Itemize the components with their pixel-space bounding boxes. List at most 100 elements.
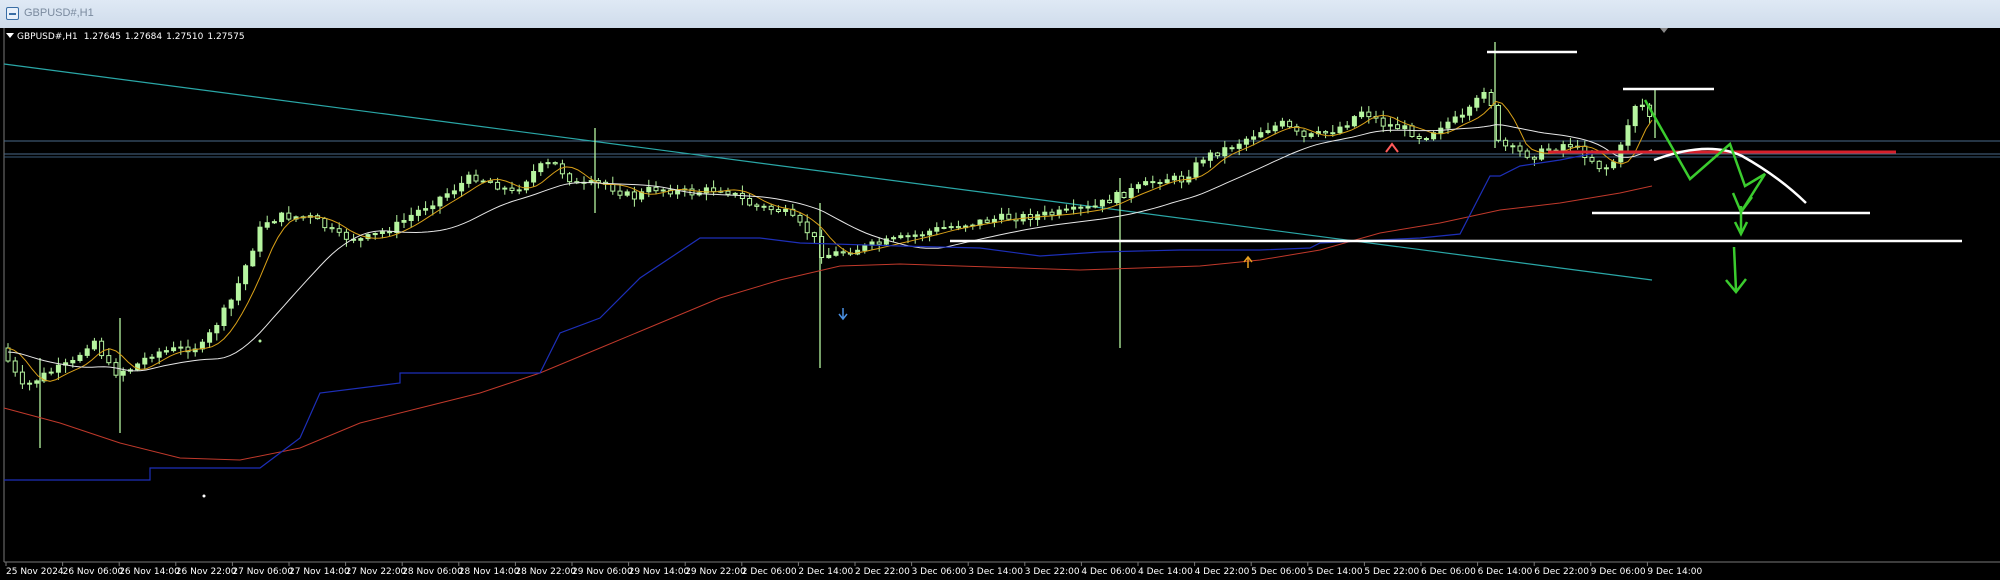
candle-body — [207, 332, 213, 343]
candle-body — [653, 186, 659, 192]
candle-body — [905, 235, 911, 238]
candle-body — [1128, 188, 1134, 199]
candle-body — [1596, 160, 1602, 170]
candle-body — [459, 182, 465, 192]
candle-body — [1344, 125, 1350, 128]
candle-body — [1474, 97, 1480, 108]
candle-body — [1143, 181, 1149, 186]
candle-body — [1632, 106, 1638, 127]
candle-body — [1546, 148, 1552, 151]
candle-body — [1503, 139, 1509, 147]
candle-body — [12, 360, 18, 373]
candle-body — [538, 163, 544, 173]
candle-body — [1531, 156, 1537, 160]
candle-body — [1366, 111, 1372, 118]
candle-body — [1337, 126, 1343, 134]
candle-body — [1063, 208, 1069, 211]
candle-body — [509, 187, 515, 192]
candle-body — [149, 356, 155, 359]
candle-body — [775, 209, 781, 213]
candle-body — [1071, 206, 1077, 210]
candle-body — [1099, 199, 1105, 207]
time-tick-label: 28 Nov 14:00 — [459, 567, 520, 577]
candle-body — [1150, 181, 1156, 184]
time-tick-label: 2 Dec 22:00 — [855, 567, 910, 577]
time-tick-label: 27 Nov 14:00 — [289, 567, 350, 577]
candle-body — [768, 205, 774, 211]
candle-body — [235, 283, 241, 301]
candle-body — [1380, 117, 1386, 127]
open-price: 1.27645 — [83, 32, 121, 42]
time-tick-label: 29 Nov 06:00 — [572, 567, 633, 577]
candle-body — [1258, 132, 1264, 138]
candle-body — [1179, 175, 1185, 183]
candle-body — [1330, 132, 1336, 135]
candle-body — [545, 162, 551, 165]
candle-body — [401, 220, 407, 223]
candle-body — [1589, 157, 1595, 162]
candle-body — [70, 360, 76, 364]
candle-body — [523, 181, 529, 191]
candle-body — [502, 187, 508, 190]
candle-body — [797, 214, 803, 223]
candle-body — [1452, 116, 1458, 123]
candle-body — [1265, 130, 1271, 133]
candle-body — [559, 163, 565, 175]
time-tick-label: 2 Dec 06:00 — [742, 567, 797, 577]
candle-body — [279, 212, 285, 223]
time-tick-label: 26 Nov 14:00 — [119, 567, 180, 577]
collapse-triangle-icon[interactable] — [6, 33, 14, 38]
time-tick-label: 9 Dec 14:00 — [1647, 567, 1702, 577]
candle-body — [984, 219, 990, 223]
time-tick-label: 3 Dec 14:00 — [968, 567, 1023, 577]
candle-body — [214, 325, 220, 334]
candle-body — [783, 208, 789, 213]
candle-body — [286, 212, 292, 220]
candle-body — [1495, 105, 1501, 141]
candle-body — [919, 234, 925, 237]
candle-body — [437, 196, 443, 207]
candle-body — [1243, 138, 1249, 145]
candle-body — [5, 347, 11, 362]
candle-body — [588, 180, 594, 183]
candle-body — [1359, 111, 1365, 118]
time-tick-label: 3 Dec 22:00 — [1025, 567, 1080, 577]
candle-body — [106, 355, 112, 364]
candle-body — [1488, 92, 1494, 106]
candle-body — [387, 231, 393, 234]
candle-body — [1092, 205, 1098, 208]
candle-body — [1625, 125, 1631, 146]
candle-body — [1215, 152, 1221, 157]
candle-body — [761, 205, 767, 208]
candle-body — [876, 241, 882, 245]
candle-body — [1107, 199, 1113, 204]
candle-body — [451, 190, 457, 195]
candle-body — [955, 226, 961, 229]
candle-body — [804, 221, 810, 234]
candle-body — [1157, 182, 1163, 184]
time-tick-label: 6 Dec 14:00 — [1478, 567, 1533, 577]
candle-body — [1611, 161, 1617, 169]
candle-body — [1323, 131, 1329, 134]
time-tick-label: 5 Dec 22:00 — [1364, 567, 1419, 577]
candle-body — [1639, 104, 1645, 107]
time-tick-label: 5 Dec 14:00 — [1308, 567, 1363, 577]
candle-body — [1121, 192, 1127, 198]
candle-body — [271, 221, 277, 224]
close-price: 1.27575 — [207, 32, 245, 42]
candle-body — [1042, 211, 1048, 216]
candle-body — [178, 346, 184, 349]
time-tick-label: 2 Dec 14:00 — [798, 567, 853, 577]
candle-body — [567, 173, 573, 183]
time-tick-label: 27 Nov 22:00 — [346, 567, 407, 577]
candle-body — [163, 350, 169, 353]
price-chart[interactable]: 25 Nov 202426 Nov 06:0026 Nov 14:0026 No… — [0, 28, 2000, 580]
candle-body — [660, 189, 666, 192]
candle-body — [1301, 130, 1307, 137]
candle-body — [257, 226, 263, 252]
candle-body — [1222, 147, 1228, 157]
candle-body — [487, 180, 493, 183]
time-tick-label: 26 Nov 06:00 — [63, 567, 124, 577]
candle-body — [120, 370, 126, 376]
candle-body — [610, 183, 616, 192]
